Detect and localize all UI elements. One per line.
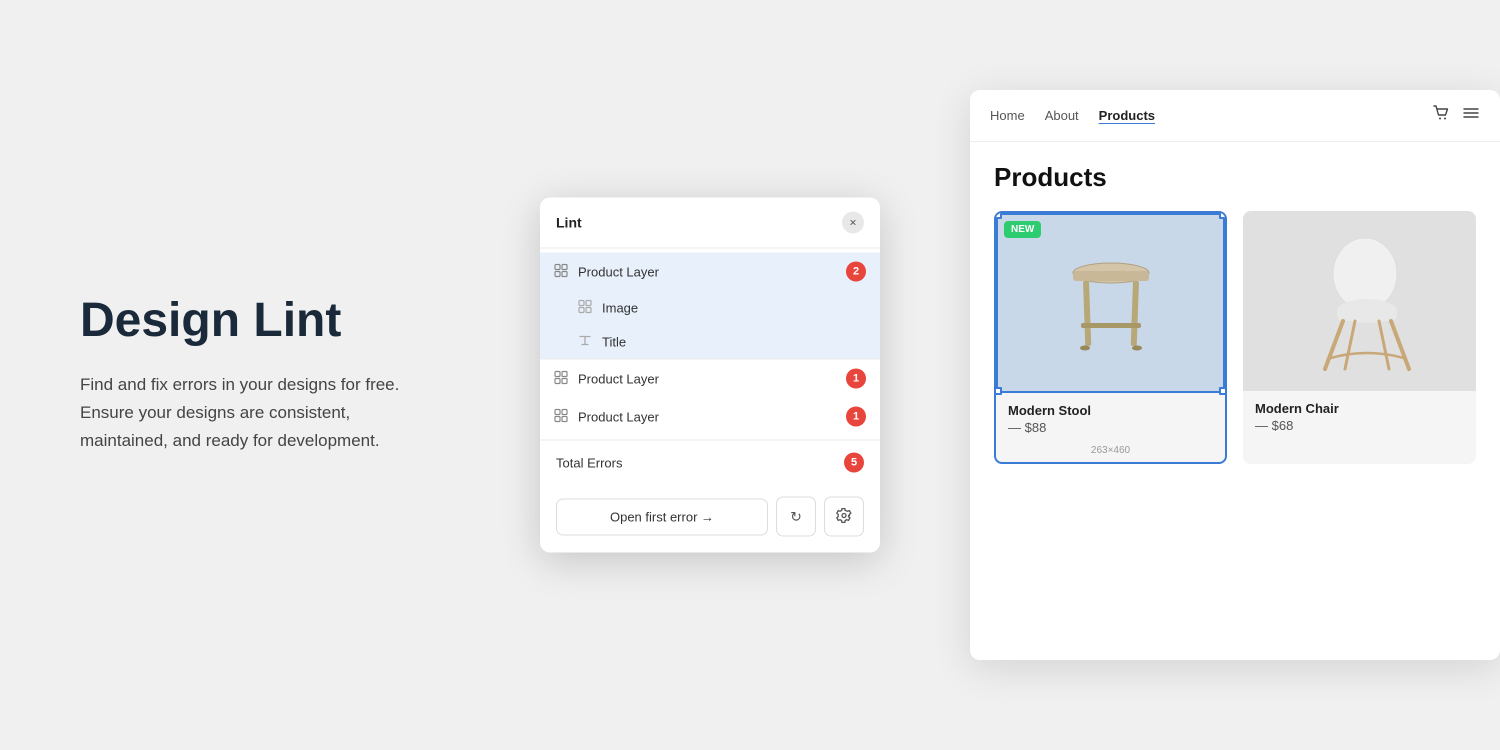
product-price-chair: — $68 (1255, 418, 1464, 433)
product-image-chair (1243, 211, 1476, 391)
layer-label-product-3: Product Layer (578, 409, 846, 424)
layer-item-image[interactable]: Image (540, 291, 880, 325)
right-section: Lint × Product Layer 2 (480, 0, 1500, 750)
grid-icon (554, 264, 570, 280)
lint-panel-header: Lint × (540, 198, 880, 249)
open-first-error-button[interactable]: Open first error → (556, 498, 768, 535)
layer-badge-product-1: 2 (846, 262, 866, 282)
nav-link-home[interactable]: Home (990, 108, 1025, 123)
layer-list: Product Layer 2 Image (540, 249, 880, 440)
mockup-page-title: Products (994, 162, 1476, 193)
settings-icon (836, 507, 852, 526)
lint-panel: Lint × Product Layer 2 (540, 198, 880, 553)
refresh-button[interactable]: ↻ (776, 497, 816, 537)
left-section: Design Lint Find and fix errors in your … (0, 235, 480, 516)
new-badge-stool: NEW (1004, 221, 1041, 238)
layer-item-product-3[interactable]: Product Layer 1 (540, 398, 880, 436)
nav-link-products[interactable]: Products (1099, 108, 1155, 123)
product-info-chair: Modern Chair — $68 (1243, 391, 1476, 443)
product-name-chair: Modern Chair (1255, 401, 1464, 416)
mockup-nav: Home About Products (970, 90, 1500, 142)
main-description: Find and fix errors in your designs for … (80, 371, 420, 455)
nav-links: Home About Products (990, 108, 1155, 123)
lint-panel-title: Lint (556, 215, 582, 231)
total-errors-label: Total Errors (556, 455, 622, 470)
cart-icon[interactable] (1432, 104, 1450, 127)
layer-badge-product-2: 1 (846, 369, 866, 389)
refresh-icon: ↻ (790, 508, 802, 525)
product-image-stool: NEW (996, 213, 1225, 393)
lint-footer-actions: Open first error → ↻ (540, 485, 880, 553)
total-errors-badge: 5 (844, 453, 864, 473)
lint-footer-errors: Total Errors 5 (540, 440, 880, 485)
layer-badge-product-3: 1 (846, 407, 866, 427)
grid-icon-3 (554, 409, 570, 425)
grid-icon-2 (554, 371, 570, 387)
product-card-stool[interactable]: NEW (994, 211, 1227, 464)
product-info-stool: Modern Stool — $88 (996, 393, 1225, 445)
product-card-chair[interactable]: Modern Chair — $68 (1243, 211, 1476, 464)
product-price-stool: — $88 (1008, 420, 1213, 435)
grid-icon-image (578, 300, 594, 316)
chair-illustration (1305, 229, 1415, 374)
text-icon (578, 334, 594, 350)
settings-button[interactable] (824, 497, 864, 537)
layer-label-title: Title (602, 334, 866, 349)
menu-icon[interactable] (1462, 104, 1480, 127)
products-grid: NEW (994, 211, 1476, 464)
handle-tr (1219, 211, 1227, 219)
close-button[interactable]: × (842, 212, 864, 234)
layer-label-product-2: Product Layer (578, 371, 846, 386)
nav-link-about[interactable]: About (1045, 108, 1079, 123)
product-name-stool: Modern Stool (1008, 403, 1213, 418)
layer-label-image: Image (602, 300, 866, 315)
layer-item-product-2[interactable]: Product Layer 1 (540, 360, 880, 398)
stool-illustration (1061, 233, 1161, 373)
main-title: Design Lint (80, 295, 420, 348)
layer-item-product-1[interactable]: Product Layer 2 (540, 253, 880, 291)
website-mockup: Home About Products (970, 90, 1500, 660)
layer-label-product-1: Product Layer (578, 264, 846, 279)
image-dimensions-stool: 263×460 (996, 445, 1225, 462)
layer-item-title[interactable]: Title (540, 325, 880, 359)
mockup-content: Products NEW (970, 142, 1500, 484)
handle-tl (994, 211, 1002, 219)
nav-icons (1432, 104, 1480, 127)
